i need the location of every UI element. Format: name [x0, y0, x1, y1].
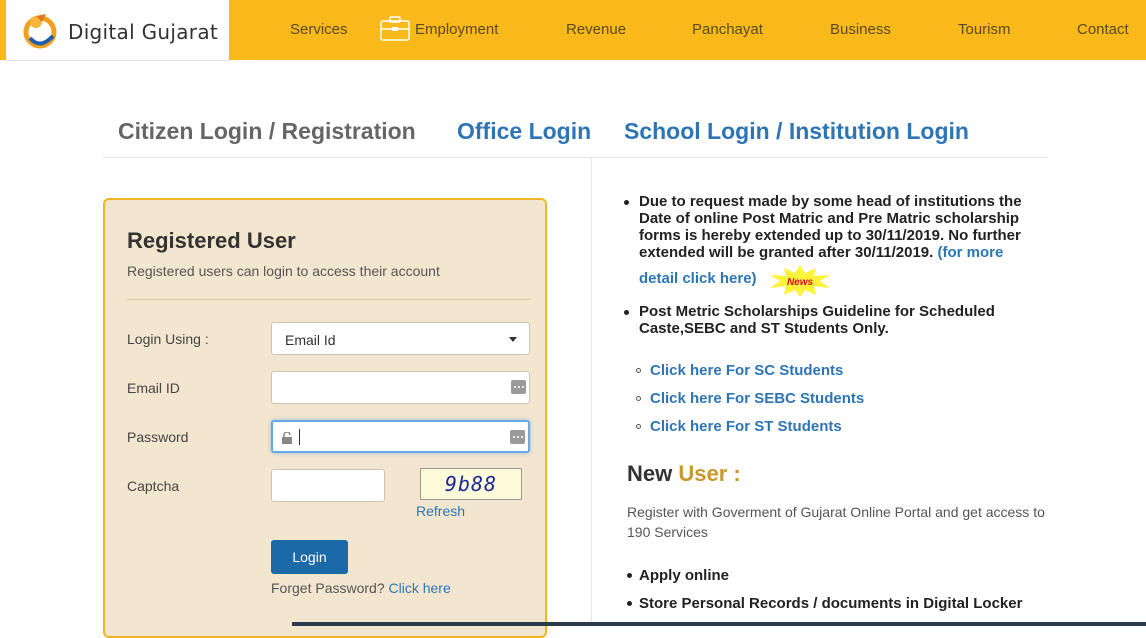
- news-item-2-line-1: Post Metric Scholarships Guideline for S…: [639, 303, 995, 320]
- news-item-1-line-3: forms is hereby extended up to 30/11/201…: [639, 227, 1021, 244]
- st-students-link[interactable]: Click here For ST Students: [650, 418, 842, 435]
- bullet: [624, 310, 629, 315]
- nav-tourism[interactable]: Tourism: [958, 21, 1011, 38]
- tab-school-login[interactable]: School Login / Institution Login: [624, 118, 969, 145]
- news-item-2-line-2: Caste,SEBC and ST Students Only.: [639, 320, 889, 337]
- circle-bullet: [636, 396, 641, 401]
- forget-password-link[interactable]: Click here: [389, 580, 451, 596]
- text-cursor: [299, 429, 300, 445]
- chevron-down-icon: [509, 337, 517, 342]
- news-starburst-icon: News: [770, 265, 830, 297]
- captcha-label: Captcha: [127, 478, 180, 494]
- password-manager-icon[interactable]: [511, 380, 526, 394]
- circle-bullet: [636, 368, 641, 373]
- panel-title: Registered User: [127, 228, 296, 253]
- sc-students-link[interactable]: Click here For SC Students: [650, 362, 843, 379]
- logo[interactable]: Digital Gujarat: [6, 0, 229, 61]
- email-label: Email ID: [127, 380, 180, 396]
- tab-citizen-login[interactable]: Citizen Login / Registration: [118, 118, 416, 145]
- footer-edge: [292, 622, 1146, 626]
- top-navigation-bar: Digital Gujarat Services Employment Reve…: [0, 0, 1146, 61]
- new-user-title: New User :: [627, 461, 741, 487]
- captcha-image: 9b88: [420, 468, 522, 500]
- forget-password-text: Forget Password?: [271, 580, 385, 596]
- circle-bullet: [636, 424, 641, 429]
- column-divider: [591, 158, 592, 626]
- nav-contact[interactable]: Contact: [1077, 21, 1129, 38]
- bullet: [624, 200, 629, 205]
- tab-office-login[interactable]: Office Login: [457, 118, 591, 145]
- panel-subtitle: Registered users can login to access the…: [127, 263, 440, 279]
- forget-password: Forget Password? Click here: [271, 580, 451, 596]
- panel-divider: [127, 299, 531, 300]
- login-button[interactable]: Login: [271, 540, 348, 574]
- login-using-select[interactable]: Email Id: [271, 322, 530, 355]
- new-user-title-b: User :: [678, 461, 741, 486]
- password-label: Password: [127, 429, 189, 445]
- nav-employment[interactable]: Employment: [415, 21, 498, 38]
- bullet: [627, 601, 632, 606]
- captcha-input[interactable]: [271, 469, 385, 502]
- nav-revenue[interactable]: Revenue: [566, 21, 626, 38]
- news-item-1-detail-link[interactable]: detail click here): [639, 270, 757, 287]
- digital-gujarat-logo-icon: [23, 14, 57, 49]
- password-manager-icon[interactable]: [510, 430, 525, 444]
- lock-icon: [282, 432, 292, 444]
- nav-business[interactable]: Business: [830, 21, 891, 38]
- briefcase-icon: [380, 16, 410, 41]
- new-user-description: Register with Goverment of Gujarat Onlin…: [627, 504, 1045, 540]
- news-item-1-line-2: Date of online Post Matric and Pre Matri…: [639, 210, 1020, 227]
- sebc-students-link[interactable]: Click here For SEBC Students: [650, 390, 864, 407]
- news-item-1-more-link[interactable]: (for more: [937, 244, 1003, 261]
- email-field[interactable]: [271, 371, 530, 404]
- new-user-title-a: New: [627, 461, 673, 486]
- feature-digital-locker: Store Personal Records / documents in Di…: [639, 595, 1023, 612]
- login-panel: Registered User Registered users can log…: [103, 198, 547, 638]
- nav-services[interactable]: Services: [290, 21, 348, 38]
- news-item-1-text: extended will be granted after 30/11/201…: [639, 244, 934, 261]
- login-using-value: Email Id: [285, 332, 336, 348]
- logo-text: Digital Gujarat: [68, 20, 219, 44]
- news-item-1-line-1: Due to request made by some head of inst…: [639, 193, 1022, 210]
- password-field[interactable]: [271, 420, 530, 453]
- news-badge-text: News: [787, 277, 814, 288]
- login-using-label: Login Using :: [127, 331, 209, 347]
- nav-panchayat[interactable]: Panchayat: [692, 21, 763, 38]
- news-item-1-line-4: extended will be granted after 30/11/201…: [639, 244, 1003, 261]
- tabs-divider: [103, 157, 1048, 158]
- captcha-refresh-link[interactable]: Refresh: [416, 503, 465, 519]
- feature-apply-online: Apply online: [639, 567, 729, 584]
- bullet: [627, 573, 632, 578]
